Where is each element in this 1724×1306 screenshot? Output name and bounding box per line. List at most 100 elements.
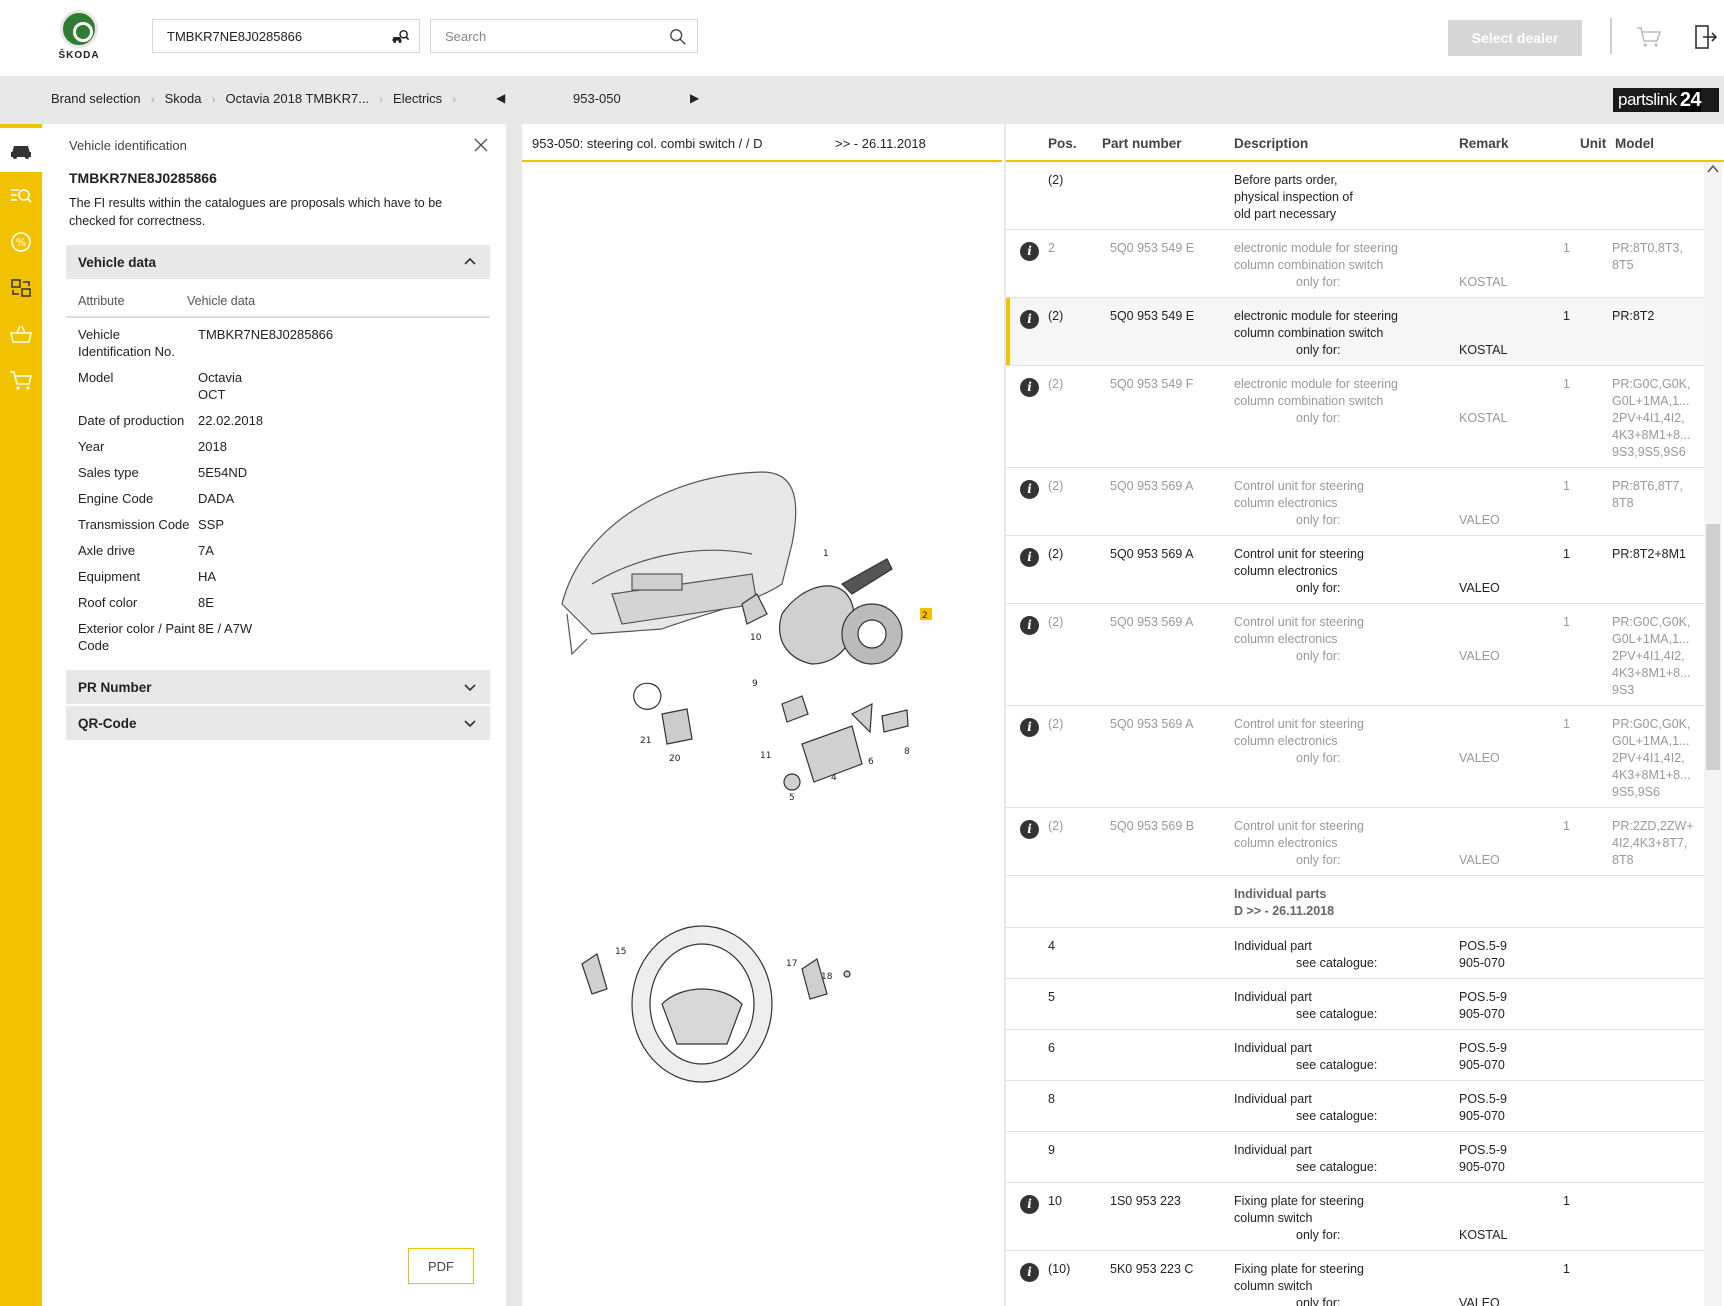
- diagram-label-9[interactable]: 9: [752, 679, 758, 689]
- rail-part-search[interactable]: [0, 174, 42, 218]
- cell-part-number: 5Q0 953 549 E: [1110, 241, 1195, 255]
- partslink-number: 24: [1679, 88, 1702, 112]
- description-condition: see catalogue:: [1296, 1160, 1378, 1174]
- vehicle-value: 7A: [198, 543, 214, 558]
- col-description[interactable]: Description: [1234, 136, 1308, 151]
- close-icon[interactable]: [474, 138, 488, 152]
- table-row[interactable]: i 2 5Q0 953 549 E electronic module for ste…: [1006, 230, 1706, 298]
- cell-pos: (2): [1048, 819, 1064, 833]
- exploded-parts-diagram[interactable]: 1 2 4 5 6 8 9 10 11 15 17 18 20 21: [552, 464, 972, 1134]
- diagram-label-6[interactable]: 6: [868, 757, 874, 767]
- info-icon[interactable]: i: [1020, 1263, 1039, 1282]
- table-row[interactable]: i (2) 5Q0 953 569 A Control unit for steeri…: [1006, 536, 1706, 604]
- cell-unit: 1: [1563, 479, 1570, 493]
- col-pos[interactable]: Pos.: [1048, 136, 1077, 151]
- partslink24-logo: partslink 24: [1613, 88, 1719, 112]
- vehicle-data-accordion[interactable]: Vehicle data: [66, 245, 490, 279]
- info-icon[interactable]: i: [1020, 548, 1039, 567]
- diagram-label-1[interactable]: 1: [823, 549, 829, 559]
- col-unit[interactable]: Unit: [1580, 136, 1606, 151]
- qr-code-accordion[interactable]: QR-Code: [66, 706, 490, 740]
- table-scrollbar[interactable]: [1704, 162, 1722, 1306]
- breadcrumb-item-skoda[interactable]: Skoda: [165, 91, 202, 106]
- diagram-label-2[interactable]: 2: [922, 611, 928, 621]
- diagram-label-10[interactable]: 10: [750, 633, 762, 643]
- breadcrumb-item-electrics[interactable]: Electrics: [393, 91, 442, 106]
- diagram-label-8[interactable]: 8: [904, 747, 910, 757]
- vin-value: TMBKR7NE8J0285866: [167, 28, 303, 44]
- diagram-label-15[interactable]: 15: [615, 947, 626, 957]
- rail-basket-list[interactable]: [0, 312, 42, 356]
- parts-table-panel: Pos. Part number Description Remark Unit…: [1004, 124, 1724, 1306]
- cell-remark: POS.5-9 905-070: [1459, 939, 1507, 970]
- breadcrumb-item-model[interactable]: Octavia 2018 TMBKR7...: [226, 91, 370, 106]
- info-icon[interactable]: i: [1020, 310, 1039, 329]
- table-row[interactable]: Individual parts D >> - 26.11.2018: [1006, 876, 1706, 928]
- table-row[interactable]: 6 Individual part see catalogue: POS.5-9 90…: [1006, 1030, 1706, 1081]
- table-row[interactable]: i (2) 5Q0 953 549 E electronic module for s…: [1006, 298, 1706, 366]
- search-input[interactable]: Search: [430, 19, 698, 53]
- rail-discounts[interactable]: %: [0, 220, 42, 264]
- diagram-label-5[interactable]: 5: [789, 793, 795, 803]
- cell-description: Individual part see catalogue:: [1234, 1142, 1464, 1176]
- cell-description: Before parts order, physical inspection …: [1234, 172, 1464, 223]
- info-icon[interactable]: i: [1020, 718, 1039, 737]
- cell-model: PR:8T6,8T7, 8T8: [1612, 479, 1683, 510]
- table-row[interactable]: i 10 1S0 953 223 Fixing plate for steering …: [1006, 1183, 1706, 1251]
- table-row[interactable]: (2) Before parts order, physical inspecti…: [1006, 162, 1706, 230]
- info-icon[interactable]: i: [1020, 616, 1039, 635]
- vehicle-search-icon[interactable]: [391, 28, 409, 46]
- diagram-label-11[interactable]: 11: [760, 751, 771, 761]
- rail-cart[interactable]: [0, 358, 42, 402]
- info-icon[interactable]: i: [1020, 242, 1039, 261]
- next-page-icon[interactable]: ▶: [690, 91, 699, 105]
- cell-unit: 1: [1563, 1194, 1570, 1208]
- table-row[interactable]: i (2) 5Q0 953 569 A Control unit for steeri…: [1006, 468, 1706, 536]
- description-condition: only for:: [1296, 343, 1341, 357]
- pr-number-accordion[interactable]: PR Number: [66, 670, 490, 704]
- table-row[interactable]: 9 Individual part see catalogue: POS.5-9 90…: [1006, 1132, 1706, 1183]
- cell-description: electronic module for steering column co…: [1234, 376, 1464, 427]
- diagram-label-20[interactable]: 20: [669, 754, 681, 764]
- col-remark[interactable]: Remark: [1459, 136, 1509, 151]
- scrollbar-thumb[interactable]: [1706, 524, 1720, 770]
- skoda-logo[interactable]: ŠKODA: [56, 10, 102, 61]
- search-icon[interactable]: [669, 28, 687, 46]
- table-row[interactable]: i (2) 5Q0 953 549 F electronic module for s…: [1006, 366, 1706, 468]
- fi-note: The FI results within the catalogues are…: [69, 196, 443, 228]
- col-model[interactable]: Model: [1615, 136, 1654, 151]
- table-row[interactable]: i (2) 5Q0 953 569 B Control unit for steeri…: [1006, 808, 1706, 876]
- info-icon[interactable]: i: [1020, 1195, 1039, 1214]
- select-dealer-button[interactable]: Select dealer: [1448, 20, 1582, 56]
- diagram-label-18[interactable]: 18: [821, 972, 833, 982]
- description-condition: only for:: [1296, 275, 1341, 289]
- logout-icon[interactable]: [1694, 24, 1718, 50]
- diagram-label-4[interactable]: 4: [831, 773, 837, 783]
- rail-exchange[interactable]: [0, 266, 42, 310]
- chevron-up-icon: [464, 257, 476, 265]
- cell-part-number: 5Q0 953 549 F: [1110, 377, 1194, 391]
- vin-search-field[interactable]: TMBKR7NE8J0285866: [152, 19, 420, 53]
- cart-icon[interactable]: [1636, 26, 1662, 48]
- info-icon[interactable]: i: [1020, 480, 1039, 499]
- scroll-up-icon[interactable]: [1707, 164, 1719, 174]
- table-row[interactable]: i (2) 5Q0 953 569 A Control unit for steeri…: [1006, 604, 1706, 706]
- table-row[interactable]: 8 Individual part see catalogue: POS.5-9 90…: [1006, 1081, 1706, 1132]
- rail-vehicle-identification[interactable]: [0, 128, 42, 172]
- table-row[interactable]: 4 Individual part see catalogue: POS.5-9 90…: [1006, 928, 1706, 979]
- diagram-title: 953-050: steering col. combi switch / / …: [532, 136, 763, 151]
- vehicle-value: 22.02.2018: [198, 413, 264, 428]
- col-part-number[interactable]: Part number: [1102, 136, 1182, 151]
- diagram-label-17[interactable]: 17: [786, 959, 797, 969]
- table-row[interactable]: i (10) 5K0 953 223 C Fixing plate for steer…: [1006, 1251, 1706, 1306]
- table-row[interactable]: i (2) 5Q0 953 569 A Control unit for steeri…: [1006, 706, 1706, 808]
- info-icon[interactable]: i: [1020, 820, 1039, 839]
- cell-part-number: 5Q0 953 569 B: [1110, 819, 1195, 833]
- table-row[interactable]: 5 Individual part see catalogue: POS.5-9 90…: [1006, 979, 1706, 1030]
- pdf-button[interactable]: PDF: [408, 1248, 474, 1284]
- info-icon[interactable]: i: [1020, 378, 1039, 397]
- diagram-label-21[interactable]: 21: [640, 736, 651, 746]
- breadcrumb-item-brand-selection[interactable]: Brand selection: [51, 91, 141, 106]
- prev-page-icon[interactable]: ◀: [496, 91, 505, 105]
- cell-description: Control unit for steering column electro…: [1234, 818, 1464, 869]
